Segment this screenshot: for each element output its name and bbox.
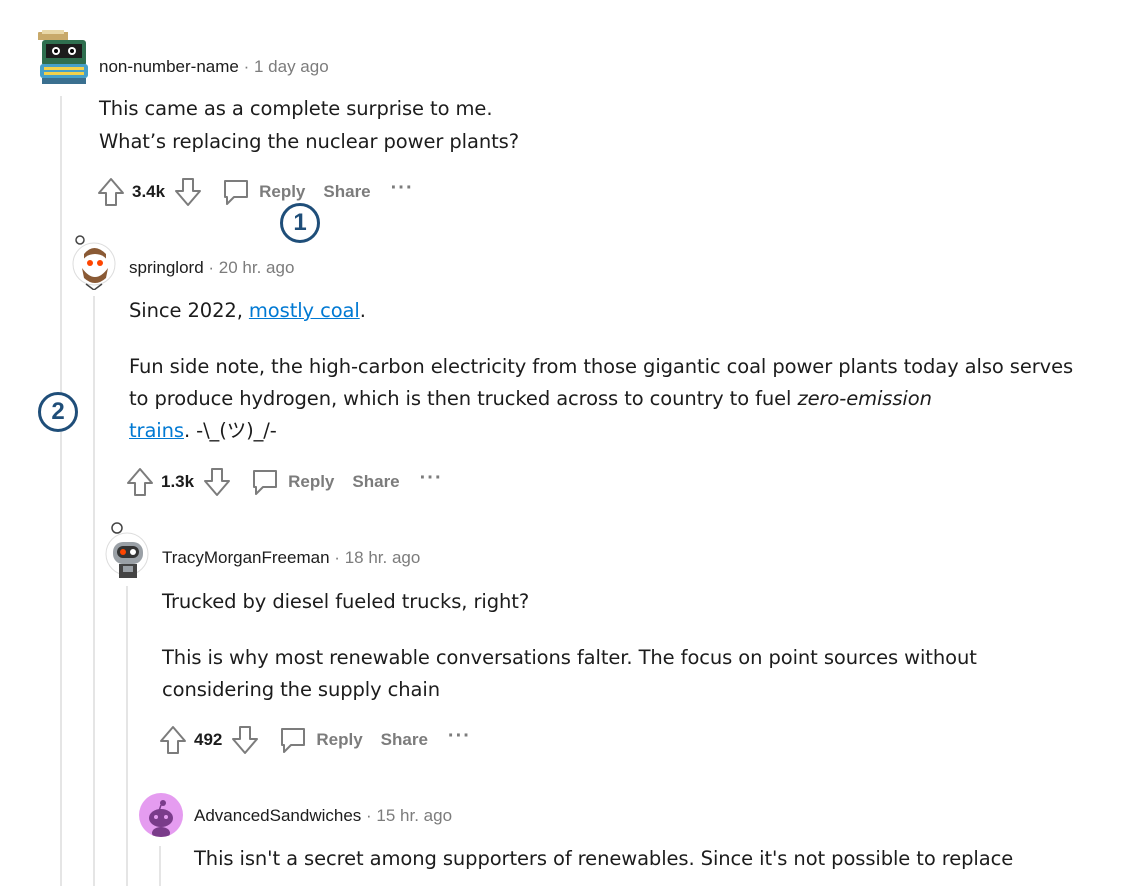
thread-line-level-1[interactable]: [60, 96, 62, 886]
body-paragraph: Fun side note, the high-carbon electrici…: [129, 355, 1074, 442]
meta-separator: ·: [243, 57, 250, 76]
body-line: This came as a complete surprise to me.: [99, 97, 493, 120]
more-options-button[interactable]: ···: [420, 468, 443, 491]
snoo-default-avatar-icon[interactable]: [139, 793, 183, 837]
downvote-icon[interactable]: [173, 177, 203, 207]
username-link[interactable]: TracyMorganFreeman: [162, 548, 330, 567]
share-button[interactable]: Share: [381, 730, 428, 750]
thread-line-level-4[interactable]: [159, 846, 161, 886]
meta-separator: ·: [208, 258, 215, 277]
reply-button[interactable]: Reply: [259, 182, 305, 202]
snoo-bearded-avatar-icon[interactable]: [72, 234, 118, 290]
timestamp-link[interactable]: 18 hr. ago: [345, 548, 421, 567]
body-paragraph: This is why most renewable conversations…: [162, 646, 977, 701]
mostly-coal-link[interactable]: mostly coal: [249, 299, 360, 322]
share-button[interactable]: Share: [352, 472, 399, 492]
comment-body: This came as a complete surprise to me. …: [99, 92, 1099, 158]
username-link[interactable]: AdvancedSandwiches: [194, 806, 361, 825]
more-options-button[interactable]: ···: [391, 178, 414, 201]
action-bar: 492 Reply Share ···: [158, 723, 471, 757]
share-button[interactable]: Share: [323, 182, 370, 202]
typewriter-avatar-icon[interactable]: [36, 30, 92, 86]
thread-line-level-3[interactable]: [126, 586, 128, 886]
comment-meta: non-number-name · 1 day ago: [99, 56, 329, 78]
body-paragraph: Trucked by diesel fueled trucks, right?: [162, 590, 530, 613]
username-link[interactable]: non-number-name: [99, 57, 239, 76]
timestamp-link[interactable]: 20 hr. ago: [219, 258, 295, 277]
comment-body: Since 2022, mostly coal. Fun side note, …: [129, 295, 1079, 447]
vote-score: 3.4k: [132, 182, 166, 201]
downvote-icon[interactable]: [230, 725, 260, 755]
upvote-icon[interactable]: [125, 467, 155, 497]
comment-bubble-icon[interactable]: [221, 177, 251, 207]
reply-button[interactable]: Reply: [316, 730, 362, 750]
comment-meta: AdvancedSandwiches · 15 hr. ago: [194, 805, 452, 827]
annotation-marker-1: 1: [280, 203, 320, 243]
comment-bubble-icon[interactable]: [250, 467, 280, 497]
downvote-icon[interactable]: [202, 467, 232, 497]
italic-text: zero-emission: [797, 387, 932, 410]
action-bar: 3.4k Reply Share ···: [96, 175, 414, 209]
body-paragraph: This isn't a secret among supporters of …: [194, 847, 1014, 870]
vote-score: 492: [194, 730, 223, 749]
timestamp-link[interactable]: 15 hr. ago: [376, 806, 452, 825]
comment-body: Trucked by diesel fueled trucks, right? …: [162, 586, 1062, 706]
reply-button[interactable]: Reply: [288, 472, 334, 492]
timestamp-link[interactable]: 1 day ago: [254, 57, 329, 76]
more-options-button[interactable]: ···: [448, 726, 471, 749]
comment-meta: springlord · 20 hr. ago: [129, 257, 294, 279]
comment-meta: TracyMorganFreeman · 18 hr. ago: [162, 547, 420, 569]
comment-body: This isn't a secret among supporters of …: [194, 843, 1134, 875]
upvote-icon[interactable]: [96, 177, 126, 207]
upvote-icon[interactable]: [158, 725, 188, 755]
meta-separator: ·: [366, 806, 372, 825]
body-paragraph: Since 2022, mostly coal.: [129, 299, 366, 322]
vote-score: 1.3k: [161, 472, 195, 491]
comment-bubble-icon[interactable]: [278, 725, 308, 755]
thread-line-level-2[interactable]: [93, 296, 95, 886]
action-bar: 1.3k Reply Share ···: [125, 465, 443, 499]
username-link[interactable]: springlord: [129, 258, 204, 277]
trains-link[interactable]: trains: [129, 419, 184, 442]
body-line: What’s replacing the nuclear power plant…: [99, 130, 519, 153]
meta-separator: ·: [334, 548, 340, 567]
annotation-marker-2: 2: [38, 392, 78, 432]
snoo-robot-avatar-icon[interactable]: [105, 522, 151, 580]
